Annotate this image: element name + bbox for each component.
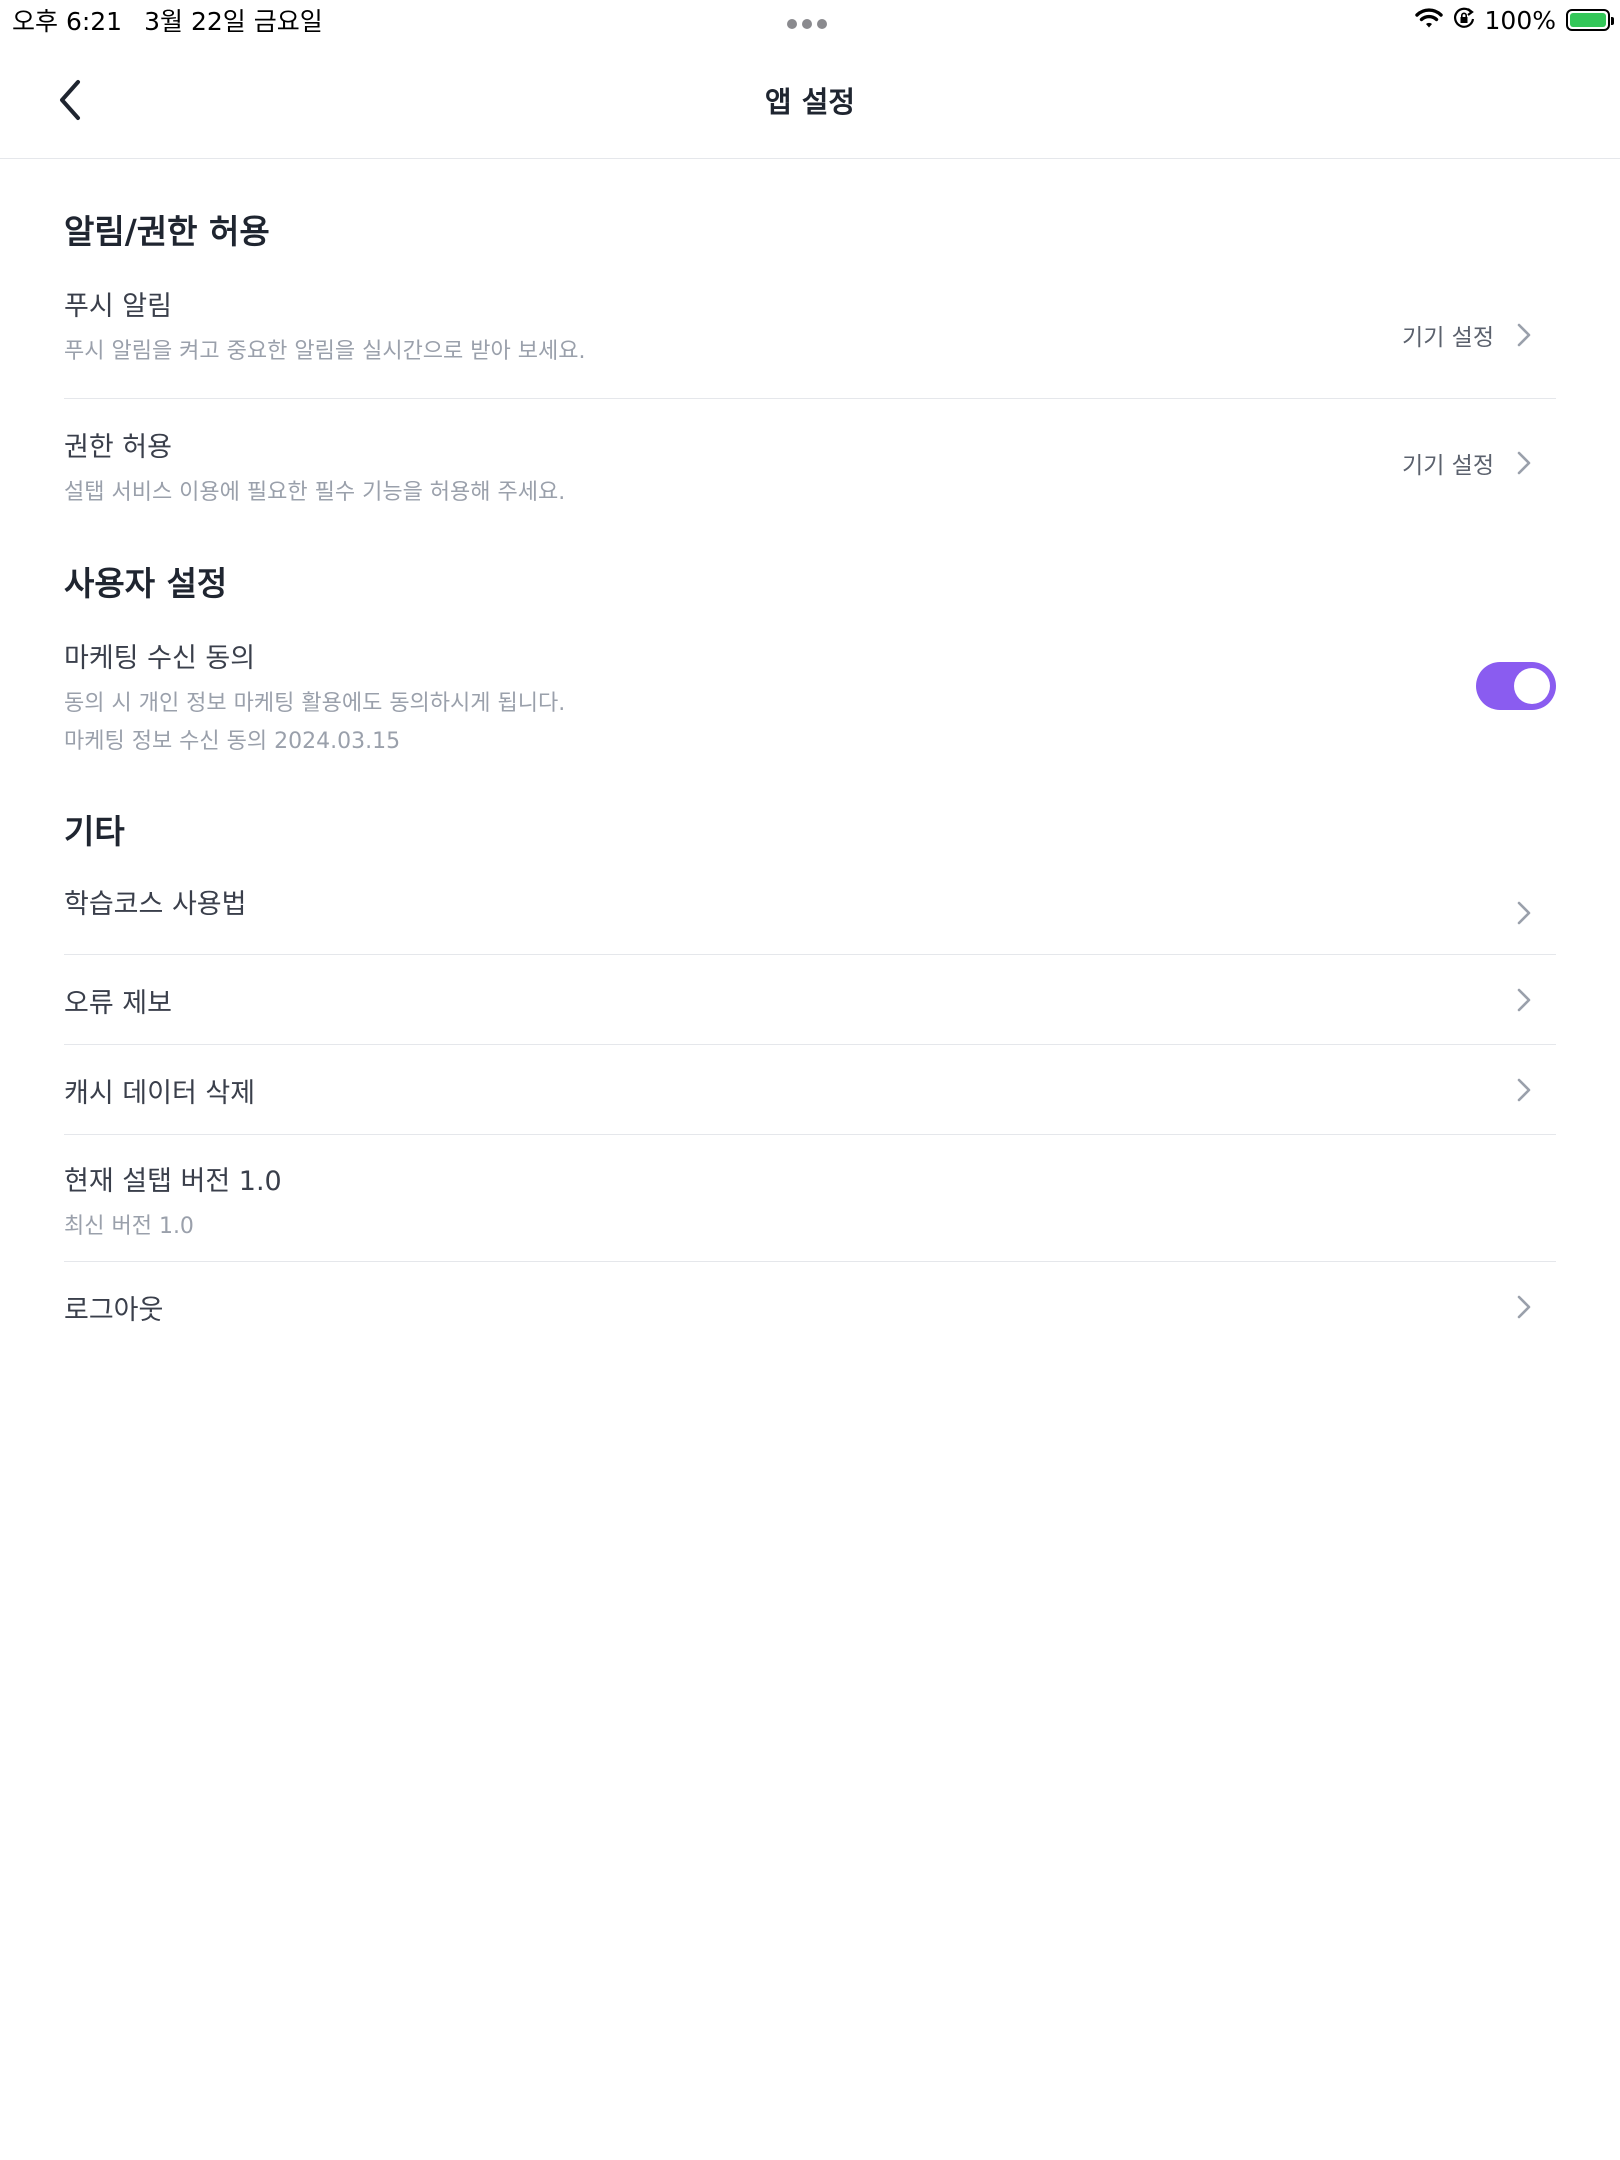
permission-row[interactable]: 권한 허용 설탭 서비스 이용에 필요한 필수 기능을 허용해 주세요. 기기 …: [64, 399, 1556, 526]
page-title: 앱 설정: [764, 85, 856, 119]
row-chevron: [1516, 900, 1532, 926]
app-version-label: 현재 설탭 버전 1.0: [64, 1166, 282, 1197]
push-notification-desc: 푸시 알림을 켜고 중요한 알림을 실시간으로 받아 보세요.: [64, 339, 586, 364]
push-notification-title: 푸시 알림: [64, 291, 172, 322]
row-chevron: [1516, 1077, 1532, 1103]
error-report-row[interactable]: 오류 제보: [64, 955, 1556, 1045]
marketing-consent-row: 마케팅 수신 동의 동의 시 개인 정보 마케팅 활용에도 동의하시게 됩니다.…: [64, 624, 1556, 792]
push-notification-row[interactable]: 푸시 알림 푸시 알림을 켜고 중요한 알림을 실시간으로 받아 보세요. 기기…: [64, 272, 1556, 399]
permission-title: 권한 허용: [64, 432, 172, 463]
row-chevron: [1516, 1294, 1532, 1320]
app-version-row: 현재 설탭 버전 1.0 최신 버전 1.0: [64, 1135, 1556, 1262]
permission-device-settings-link[interactable]: 기기 설정: [1402, 446, 1532, 480]
battery-percent: 100%: [1484, 5, 1556, 35]
section-title-user: 사용자 설정: [64, 564, 228, 603]
chevron-right-icon: [1516, 900, 1532, 926]
marketing-consent-date: 마케팅 정보 수신 동의 2024.03.15: [64, 729, 401, 754]
clear-cache-label: 캐시 데이터 삭제: [64, 1078, 256, 1109]
orientation-lock-icon: [1453, 6, 1475, 35]
logout-row[interactable]: 로그아웃: [64, 1262, 1556, 1352]
marketing-consent-desc: 동의 시 개인 정보 마케팅 활용에도 동의하시게 됩니다.: [64, 691, 566, 716]
status-date: 3월 22일 금요일: [144, 7, 323, 36]
multitasking-dots-icon[interactable]: [787, 14, 833, 29]
chevron-right-icon: [1516, 1077, 1532, 1103]
marketing-consent-toggle[interactable]: [1476, 662, 1556, 710]
device-settings-label: 기기 설정: [1402, 325, 1494, 351]
chevron-right-icon: [1516, 322, 1532, 348]
chevron-right-icon: [1516, 987, 1532, 1013]
marketing-consent-title: 마케팅 수신 동의: [64, 643, 256, 674]
status-indicators: 100%: [1414, 2, 1614, 38]
row-chevron: [1516, 987, 1532, 1013]
battery-icon: [1566, 9, 1614, 31]
status-bar: 오후 6:21 3월 22일 금요일 100%: [0, 0, 1620, 40]
course-guide-label: 학습코스 사용법: [64, 889, 247, 920]
toggle-knob: [1514, 668, 1550, 704]
status-time-date: 오후 6:21 3월 22일 금요일: [12, 2, 345, 38]
navigation-bar: 앱 설정: [0, 40, 1620, 159]
course-guide-row[interactable]: 학습코스 사용법: [64, 872, 1556, 955]
chevron-right-icon: [1516, 1294, 1532, 1320]
device-settings-label: 기기 설정: [1402, 452, 1494, 479]
error-report-label: 오류 제보: [64, 988, 172, 1019]
status-time: 오후 6:21: [12, 7, 123, 36]
clear-cache-row[interactable]: 캐시 데이터 삭제: [64, 1045, 1556, 1135]
push-device-settings-link[interactable]: 기기 설정: [1402, 318, 1532, 352]
settings-content: 알림/권한 허용 푸시 알림 푸시 알림을 켜고 중요한 알림을 실시간으로 받…: [64, 158, 1556, 1352]
permission-desc: 설탭 서비스 이용에 필요한 필수 기능을 허용해 주세요.: [64, 480, 566, 505]
section-title-notifications: 알림/권한 허용: [64, 212, 270, 251]
section-title-etc: 기타: [64, 812, 125, 851]
chevron-right-icon: [1516, 450, 1532, 476]
latest-version-label: 최신 버전 1.0: [64, 1214, 194, 1239]
wifi-icon: [1414, 6, 1443, 35]
logout-label: 로그아웃: [64, 1295, 164, 1326]
